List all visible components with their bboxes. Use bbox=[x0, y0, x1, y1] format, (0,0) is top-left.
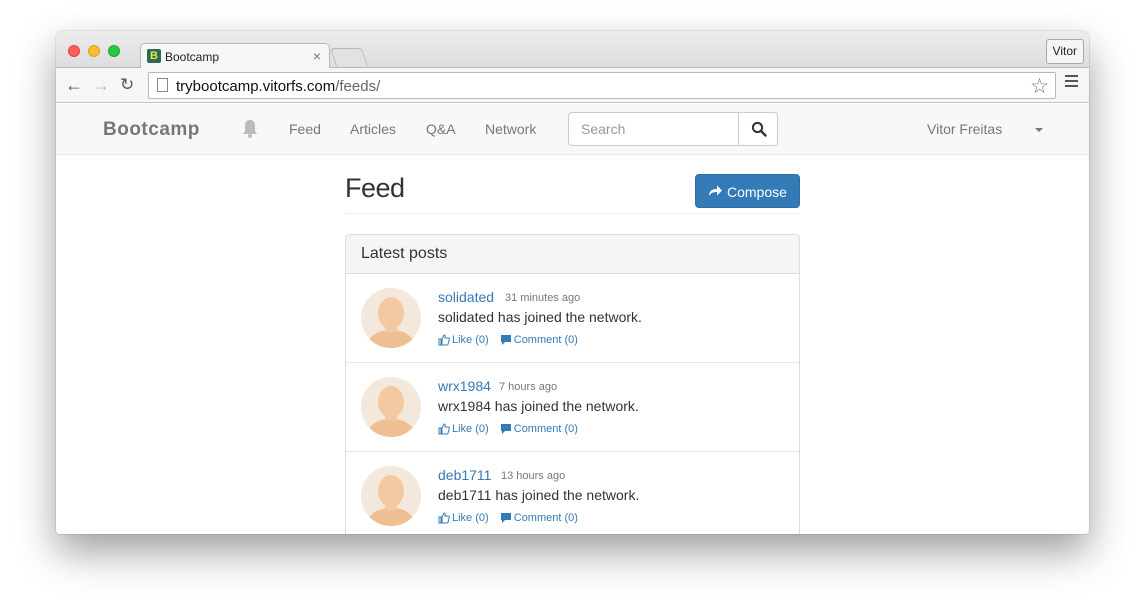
comment-label: Comment (0) bbox=[513, 334, 578, 346]
panel-heading: Latest posts bbox=[346, 235, 799, 274]
like-button[interactable]: Like (0) bbox=[438, 334, 489, 346]
like-button[interactable]: Like (0) bbox=[438, 512, 489, 524]
feed-post: wrx1984 7 hours ago wrx1984 has joined t… bbox=[346, 363, 799, 452]
page-title: Feed bbox=[345, 173, 405, 203]
browser-tab[interactable]: B Bootcamp × bbox=[140, 43, 330, 69]
bell-icon[interactable] bbox=[241, 119, 259, 139]
post-time: 13 hours ago bbox=[501, 470, 566, 482]
comment-icon bbox=[500, 335, 511, 345]
page-icon bbox=[157, 78, 168, 92]
like-button[interactable]: Like (0) bbox=[438, 423, 489, 435]
tab-title: Bootcamp bbox=[165, 50, 220, 64]
feed-post: solidated 31 minutes ago solidated has j… bbox=[346, 274, 799, 363]
user-menu[interactable]: Vitor Freitas bbox=[927, 121, 1002, 137]
post-time: 31 minutes ago bbox=[505, 292, 581, 304]
minimize-window-button[interactable] bbox=[88, 45, 100, 57]
post-actions: Like (0) Comment (0) bbox=[438, 334, 586, 346]
feed-post: deb1711 13 hours ago deb1711 has joined … bbox=[346, 452, 799, 534]
default-avatar-icon bbox=[361, 377, 421, 437]
thumbs-up-icon bbox=[438, 423, 450, 435]
nav-link-feed[interactable]: Feed bbox=[289, 121, 321, 137]
page-content: Bootcamp Feed Articles Q&A Network Vitor… bbox=[56, 104, 1089, 534]
thumbs-up-icon bbox=[438, 512, 450, 524]
url-path: /feeds/ bbox=[335, 78, 381, 95]
hamburger-menu-icon[interactable] bbox=[1065, 75, 1078, 87]
url-host: trybootcamp.vitorfs.com bbox=[176, 78, 336, 95]
search-button[interactable] bbox=[738, 112, 778, 146]
arrow-right-icon[interactable]: → bbox=[92, 75, 110, 95]
comment-button[interactable]: Comment (0) bbox=[500, 512, 578, 524]
share-icon bbox=[709, 185, 722, 196]
nav-link-qa[interactable]: Q&A bbox=[426, 121, 456, 137]
favicon-icon: B bbox=[147, 49, 161, 63]
url-text[interactable]: trybootcamp.vitorfs.com/feeds/ bbox=[176, 78, 380, 95]
post-author[interactable]: wrx1984 bbox=[438, 378, 491, 394]
comment-label: Comment (0) bbox=[513, 423, 578, 435]
arrow-left-icon[interactable]: ← bbox=[65, 75, 83, 95]
search-input[interactable] bbox=[568, 112, 739, 146]
avatar[interactable] bbox=[361, 377, 421, 437]
compose-label: Compose bbox=[727, 184, 787, 200]
tab-bar: B Bootcamp × Vitor bbox=[56, 31, 1089, 69]
default-avatar-icon bbox=[361, 288, 421, 348]
like-label: Like (0) bbox=[452, 334, 489, 346]
brand-logo[interactable]: Bootcamp bbox=[103, 119, 200, 141]
close-window-button[interactable] bbox=[68, 45, 80, 57]
post-actions: Like (0) Comment (0) bbox=[438, 512, 586, 524]
nav-link-articles[interactable]: Articles bbox=[350, 121, 396, 137]
tab-close-icon[interactable]: × bbox=[313, 48, 321, 64]
thumbs-up-icon bbox=[438, 334, 450, 346]
like-label: Like (0) bbox=[452, 423, 489, 435]
page-header: Feed Compose bbox=[345, 171, 800, 214]
nav-link-network[interactable]: Network bbox=[485, 121, 536, 137]
post-author[interactable]: solidated bbox=[438, 289, 494, 305]
new-tab-button[interactable] bbox=[330, 48, 368, 66]
maximize-window-button[interactable] bbox=[108, 45, 120, 57]
comment-icon bbox=[500, 424, 511, 434]
latest-posts-panel: Latest posts solidated 31 minutes ago so… bbox=[345, 234, 800, 534]
site-navbar: Bootcamp Feed Articles Q&A Network Vitor… bbox=[56, 104, 1089, 155]
reload-icon[interactable]: ↻ bbox=[120, 75, 134, 95]
post-text: solidated has joined the network. bbox=[438, 309, 642, 325]
search-icon bbox=[751, 121, 767, 137]
profile-button[interactable]: Vitor bbox=[1045, 39, 1084, 64]
like-label: Like (0) bbox=[452, 512, 489, 524]
post-actions: Like (0) Comment (0) bbox=[438, 423, 586, 435]
browser-window: B Bootcamp × Vitor ← → ↻ trybootcamp.vit… bbox=[56, 31, 1089, 534]
avatar[interactable] bbox=[361, 288, 421, 348]
comment-button[interactable]: Comment (0) bbox=[500, 334, 578, 346]
avatar[interactable] bbox=[361, 466, 421, 526]
address-bar[interactable]: trybootcamp.vitorfs.com/feeds/ ☆ bbox=[148, 72, 1056, 99]
chevron-down-icon[interactable] bbox=[1035, 128, 1043, 132]
comment-label: Comment (0) bbox=[513, 512, 578, 524]
panel-title: Latest posts bbox=[361, 245, 448, 262]
comment-button[interactable]: Comment (0) bbox=[500, 423, 578, 435]
comment-icon bbox=[500, 513, 511, 523]
post-author[interactable]: deb1711 bbox=[438, 467, 491, 483]
compose-button[interactable]: Compose bbox=[695, 174, 800, 208]
post-time: 7 hours ago bbox=[499, 381, 558, 393]
default-avatar-icon bbox=[361, 466, 421, 526]
browser-toolbar: ← → ↻ trybootcamp.vitorfs.com/feeds/ ☆ bbox=[56, 68, 1089, 103]
star-icon[interactable]: ☆ bbox=[1030, 74, 1049, 99]
post-text: wrx1984 has joined the network. bbox=[438, 398, 639, 414]
post-text: deb1711 has joined the network. bbox=[438, 487, 640, 503]
